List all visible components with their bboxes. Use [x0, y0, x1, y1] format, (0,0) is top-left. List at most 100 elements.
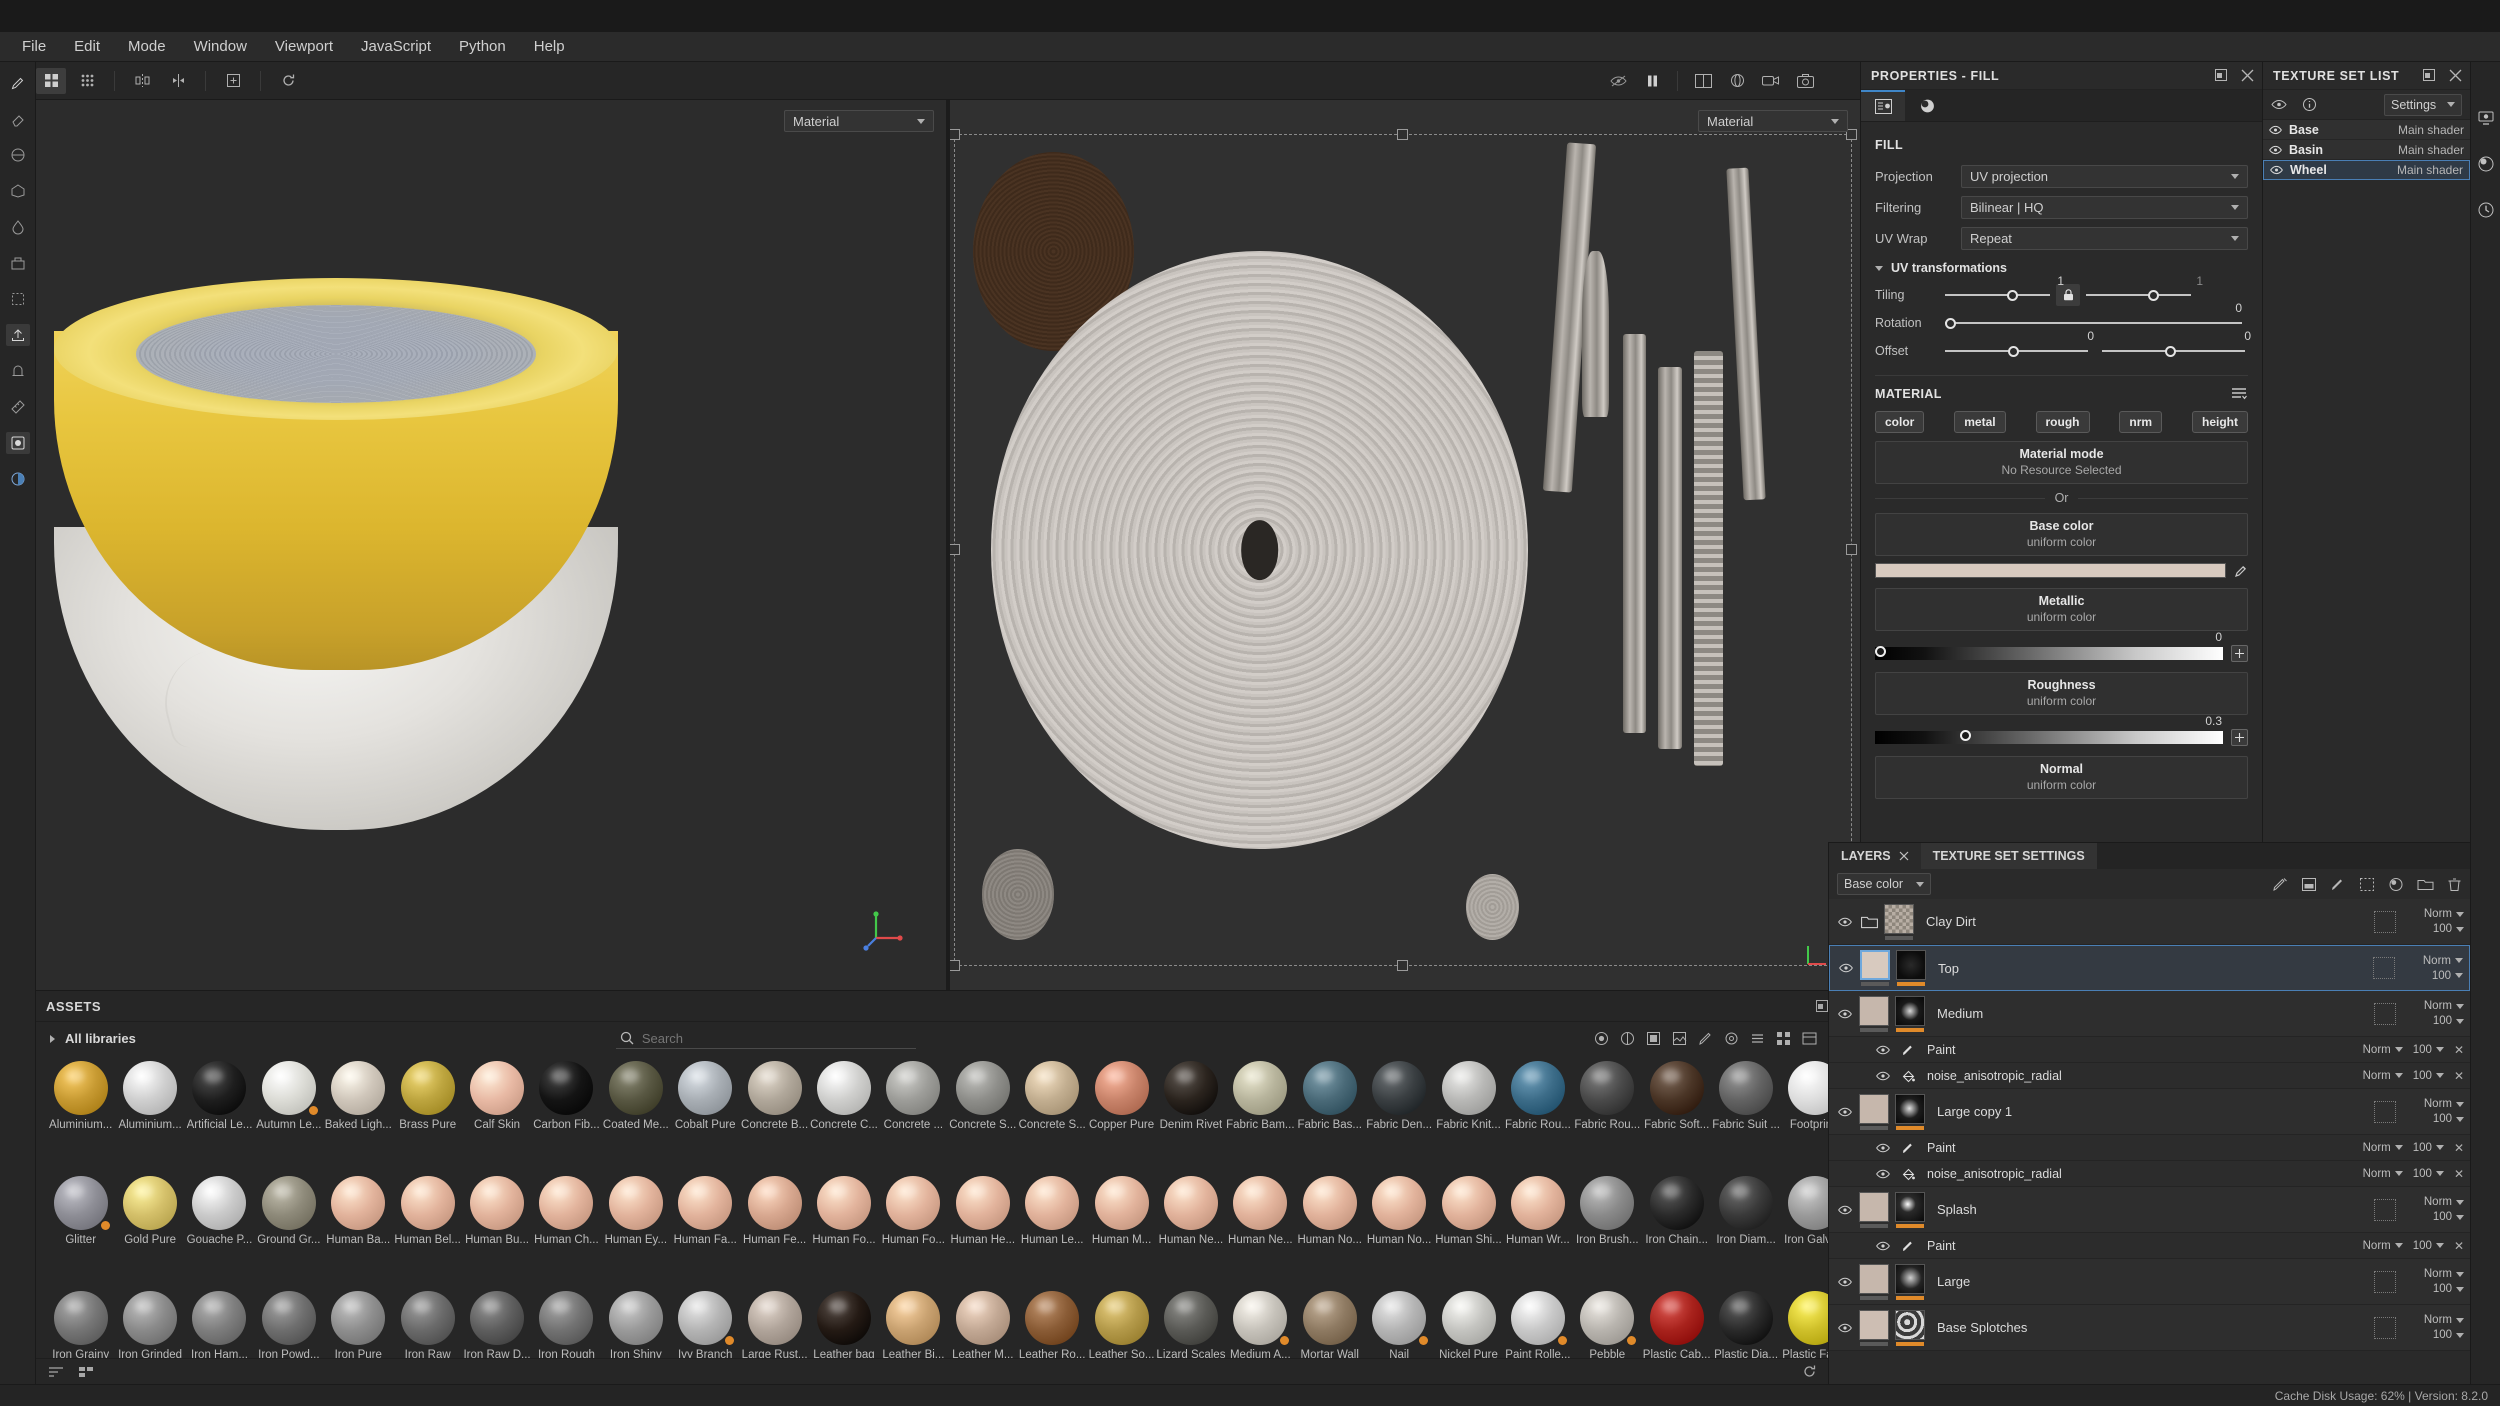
asset-item[interactable]: Aluminium... — [115, 1061, 184, 1176]
layer-blend-mode[interactable]: Norm — [2363, 1240, 2403, 1252]
eyedropper-icon[interactable] — [2234, 564, 2248, 578]
asset-item[interactable]: Leather M... — [948, 1291, 1017, 1358]
color-picker-icon[interactable] — [6, 468, 30, 490]
asset-item[interactable]: Human Bel... — [393, 1176, 462, 1291]
filter-brushes-icon[interactable] — [1698, 1031, 1713, 1046]
asset-item[interactable]: Leather So... — [1087, 1291, 1156, 1358]
add-smart-material-icon[interactable] — [2388, 877, 2404, 892]
menu-item-python[interactable]: Python — [445, 34, 520, 59]
eye-icon[interactable] — [1875, 1241, 1891, 1251]
camera-icon[interactable] — [1756, 68, 1786, 94]
asset-item[interactable]: Iron Brush... — [1573, 1176, 1642, 1291]
remove-effect-icon[interactable]: ✕ — [2454, 1141, 2464, 1155]
asset-item[interactable]: Fabric Knit... — [1434, 1061, 1503, 1176]
sphere-view-icon[interactable] — [1722, 68, 1752, 94]
texture-set-row[interactable]: Wheel Main shader — [2263, 160, 2470, 180]
screenshot-icon[interactable] — [1790, 68, 1820, 94]
asset-item[interactable]: Leather Bi... — [879, 1291, 948, 1358]
menu-item-javascript[interactable]: JavaScript — [347, 34, 445, 59]
filter-list-icon[interactable] — [1750, 1031, 1765, 1046]
display-settings-icon[interactable] — [2474, 106, 2498, 130]
layer-mask-placeholder[interactable] — [2374, 1316, 2396, 1339]
clone-tool-icon[interactable] — [6, 252, 30, 274]
slider-knob[interactable] — [2165, 345, 2176, 357]
layer-mask-placeholder[interactable] — [2374, 1002, 2396, 1025]
layer-mask-thumb[interactable] — [1895, 1309, 1925, 1346]
asset-item[interactable]: Glitter — [46, 1176, 115, 1291]
layer-opacity[interactable]: 100 — [2433, 1015, 2464, 1027]
asset-item[interactable]: Leather Ro... — [1017, 1291, 1086, 1358]
menu-item-help[interactable]: Help — [520, 34, 579, 59]
layer-row[interactable]: Splash Norm 100 — [1829, 1187, 2470, 1233]
split-view-icon[interactable] — [1688, 68, 1718, 94]
filter-shelf-icon[interactable] — [1802, 1031, 1817, 1046]
layer-row[interactable]: Top Norm 100 — [1829, 945, 2470, 991]
asset-item[interactable]: Human Wr... — [1503, 1176, 1572, 1291]
roughness-expand-icon[interactable] — [2231, 729, 2248, 746]
add-folder-icon[interactable] — [2417, 877, 2434, 892]
layer-row[interactable]: Clay Dirt Norm 100 — [1829, 899, 2470, 945]
filter-smart-materials-icon[interactable] — [1620, 1031, 1635, 1046]
roughness-slot[interactable]: Roughness uniform color — [1875, 672, 2248, 715]
layer-content-thumb[interactable] — [1859, 1263, 1889, 1300]
asset-item[interactable]: Ivy Branch — [671, 1291, 740, 1358]
layer-row[interactable]: Base Splotches Norm 100 — [1829, 1305, 2470, 1351]
asset-item[interactable]: Human Fa... — [671, 1176, 740, 1291]
asset-item[interactable]: Copper Pure — [1087, 1061, 1156, 1176]
layer-effect-row[interactable]: noise_anisotropic_radial Norm 100 ✕ — [1829, 1161, 2470, 1187]
layer-effect-row[interactable]: noise_anisotropic_radial Norm 100 ✕ — [1829, 1063, 2470, 1089]
layer-row[interactable]: Large copy 1 Norm 100 — [1829, 1089, 2470, 1135]
filtering-select[interactable]: Bilinear | HQ — [1961, 196, 2248, 219]
layer-content-thumb[interactable] — [1859, 1093, 1889, 1130]
metallic-expand-icon[interactable] — [2231, 645, 2248, 662]
layer-blend-mode[interactable]: Norm — [2363, 1070, 2403, 1082]
tiling-u-slider[interactable]: 1 — [1945, 274, 2064, 302]
menu-item-window[interactable]: Window — [180, 34, 261, 59]
layers-channel-select[interactable]: Base color — [1837, 873, 1931, 895]
asset-item[interactable]: Artificial Le... — [185, 1061, 254, 1176]
slider-knob[interactable] — [1875, 646, 1886, 657]
pause-icon[interactable] — [1637, 68, 1667, 94]
asset-item[interactable]: Iron Powd... — [254, 1291, 323, 1358]
metallic-gradient-slider[interactable] — [1875, 646, 2223, 660]
measure-icon[interactable] — [6, 396, 30, 418]
asset-item[interactable]: Iron Chain... — [1642, 1176, 1711, 1291]
asset-item[interactable]: Human He... — [948, 1176, 1017, 1291]
menu-item-mode[interactable]: Mode — [114, 34, 180, 59]
asset-item[interactable]: Iron Diam... — [1711, 1176, 1780, 1291]
layer-mask-placeholder[interactable] — [2374, 1100, 2396, 1123]
eye-icon[interactable] — [1837, 1205, 1853, 1215]
layer-opacity[interactable]: 100 — [2413, 1168, 2444, 1180]
layer-row[interactable]: Medium Norm 100 — [1829, 991, 2470, 1037]
layer-opacity[interactable]: 100 — [2433, 1113, 2464, 1125]
eye-icon[interactable] — [1875, 1143, 1891, 1153]
layer-blend-mode[interactable]: Norm — [2363, 1044, 2403, 1056]
tab-texture-set-settings[interactable]: TEXTURE SET SETTINGS — [1920, 843, 2097, 869]
layer-content-thumb[interactable] — [1860, 950, 1890, 986]
refresh-icon[interactable] — [273, 68, 303, 94]
asset-item[interactable]: Iron Raw — [393, 1291, 462, 1358]
eraser-tool-icon[interactable] — [6, 108, 30, 130]
assets-search-input[interactable] — [641, 1030, 902, 1046]
export-icon[interactable] — [5, 324, 30, 346]
asset-item[interactable]: Human Le... — [1017, 1176, 1086, 1291]
float-panel-icon[interactable] — [1816, 1000, 1828, 1012]
eye-icon[interactable] — [1838, 963, 1854, 973]
channel-chip-height[interactable]: height — [2192, 411, 2248, 433]
slider-knob[interactable] — [1960, 730, 1971, 741]
asset-item[interactable]: Human No... — [1295, 1176, 1364, 1291]
asset-item[interactable]: Human Ne... — [1156, 1176, 1225, 1291]
asset-item[interactable]: Leather bag — [809, 1291, 878, 1358]
eye-icon[interactable] — [2269, 125, 2282, 135]
float-panel-icon[interactable] — [2215, 69, 2227, 82]
eye-icon[interactable] — [1837, 917, 1853, 927]
tiling-v-slider[interactable]: 1 — [2086, 274, 2203, 302]
material-mode-slot[interactable]: Material mode No Resource Selected — [1875, 441, 2248, 484]
asset-item[interactable]: Iron Pure — [324, 1291, 393, 1358]
remove-effect-icon[interactable]: ✕ — [2454, 1167, 2464, 1181]
eye-off-icon[interactable] — [1603, 68, 1633, 94]
layer-mask-placeholder[interactable] — [2374, 1270, 2396, 1293]
eye-icon[interactable] — [1837, 1277, 1853, 1287]
uv-handle-bl[interactable] — [950, 960, 960, 971]
shader-settings-icon[interactable] — [2474, 152, 2498, 176]
